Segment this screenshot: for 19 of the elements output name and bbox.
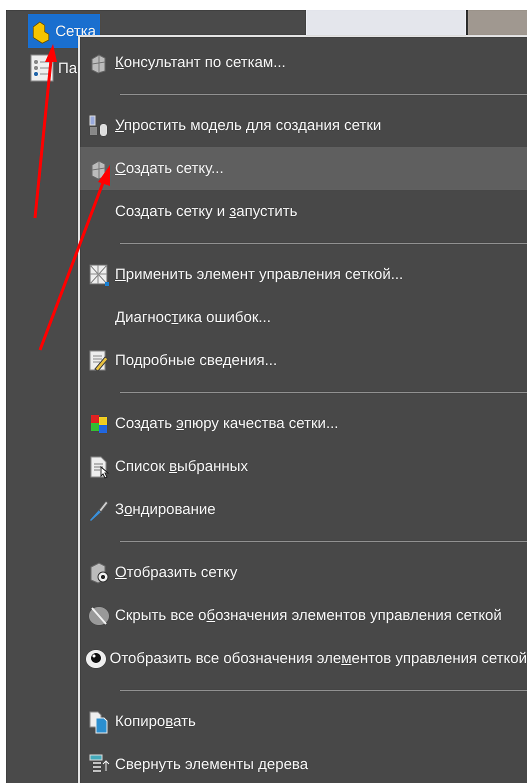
menu-item[interactable]: Отобразить сетку <box>80 551 527 594</box>
notepad-pencil-icon <box>86 348 110 372</box>
menu-item[interactable]: Создать эпюру качества сетки... <box>80 402 527 445</box>
menu-item[interactable]: Диагностика ошибок... <box>80 296 527 339</box>
tree-label: Па <box>58 60 78 76</box>
menu-item[interactable]: Отобразить все обозначения элементов управления сеткой <box>80 637 527 680</box>
copy-icon <box>86 710 110 734</box>
menu-item[interactable]: Скрыть все обозначения элементов управления сеткой <box>80 594 527 637</box>
menu-item[interactable]: Список выбранных <box>80 445 527 488</box>
menu-item[interactable]: Создать сетку... <box>80 147 527 190</box>
menu-item[interactable]: Копировать <box>80 700 527 743</box>
menu-item[interactable]: Создать сетку и запустить <box>80 190 527 233</box>
mesh-grid-icon <box>86 262 110 286</box>
side-panel <box>466 10 527 36</box>
menu-item[interactable]: Свернуть элементы дерева <box>80 743 527 783</box>
menu-item[interactable]: Зондирование <box>80 488 527 531</box>
menu-item[interactable]: Подробные сведения... <box>80 339 527 382</box>
menu-item[interactable]: Применить элемент управления сеткой... <box>80 253 527 296</box>
menu-item[interactable]: Упростить модель для создания сетки <box>80 104 527 147</box>
